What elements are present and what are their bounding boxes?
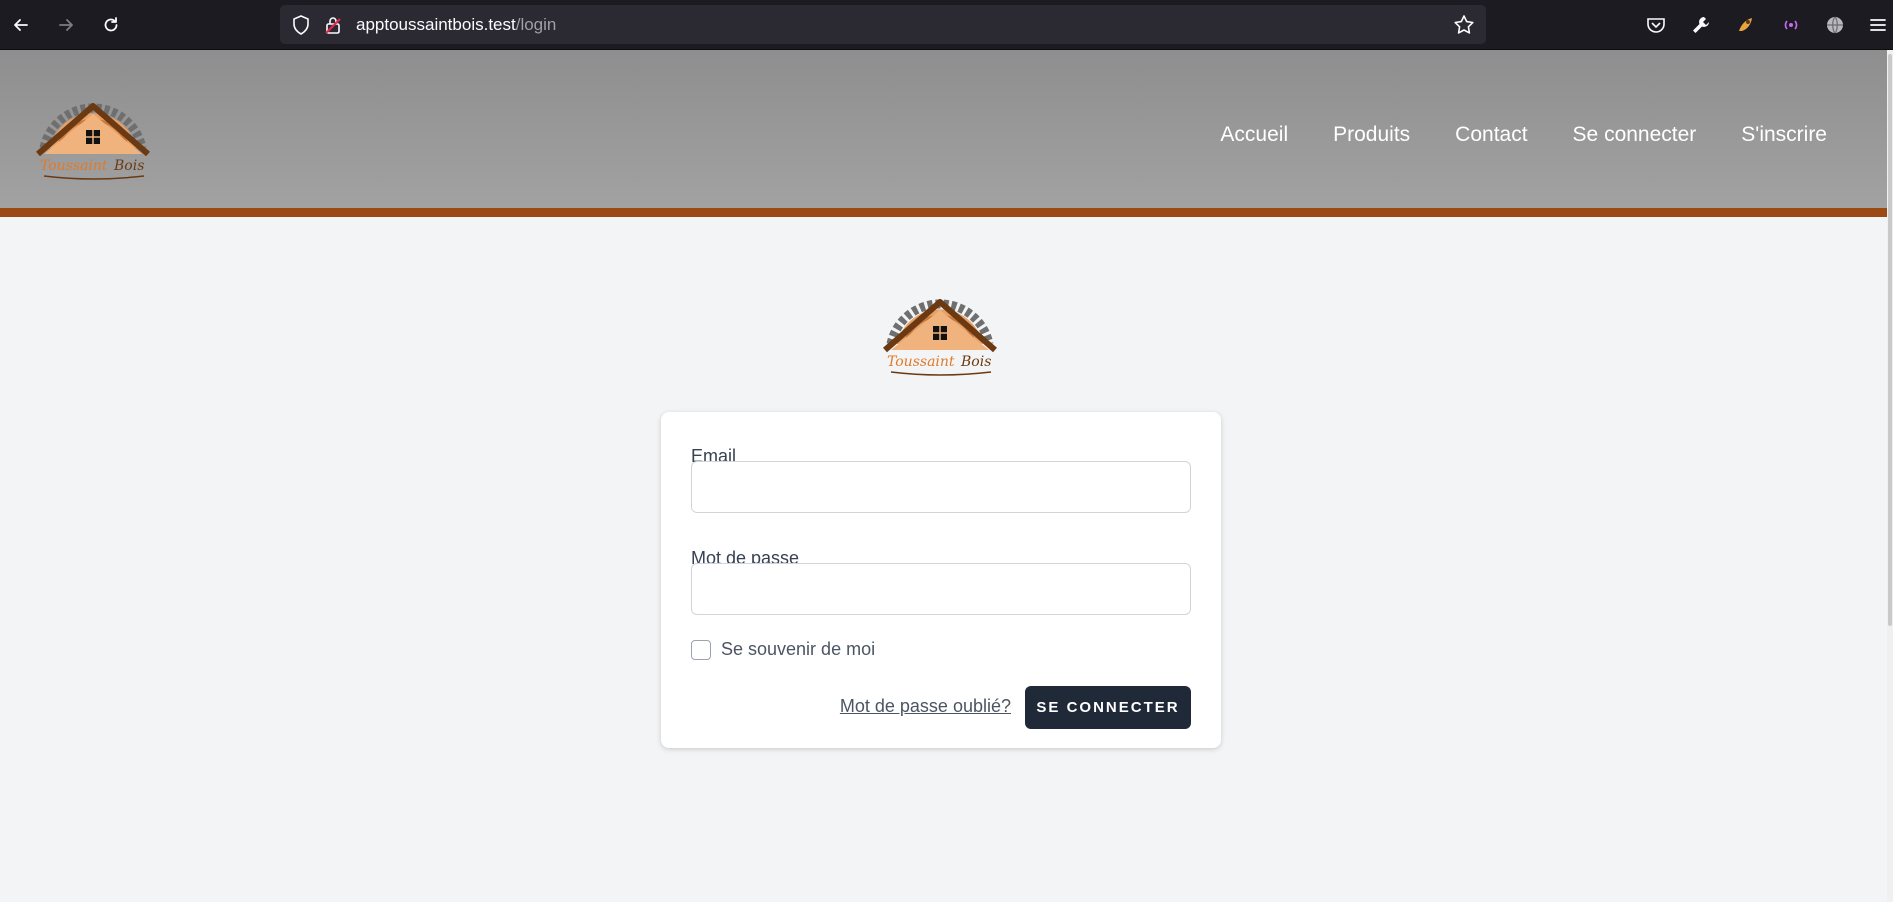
nav-link-accueil[interactable]: Accueil [1220, 122, 1288, 148]
scrollbar-thumb[interactable] [1888, 54, 1892, 626]
site-header: Toussaint Bois Accueil Produits Contact … [0, 50, 1887, 217]
remember-label: Se souvenir de moi [721, 639, 876, 659]
wrench-icon[interactable] [1688, 12, 1714, 38]
header-logo[interactable]: Toussaint Bois [34, 86, 152, 182]
lock-icon[interactable] [322, 14, 344, 36]
globe-icon[interactable] [1822, 12, 1848, 38]
header-accent-bar [0, 208, 1887, 217]
login-logo[interactable]: Toussaint Bois [881, 282, 999, 378]
url-text: apptoussaintbois.test/login [356, 14, 556, 36]
remember-me[interactable]: Se souvenir de moi [691, 639, 875, 660]
nav-link-sinscrire[interactable]: S'inscrire [1741, 122, 1827, 148]
extension-icon[interactable] [1733, 12, 1759, 38]
remember-checkbox[interactable] [691, 639, 711, 660]
nav-link-contact[interactable]: Contact [1455, 122, 1527, 148]
shield-icon[interactable] [290, 14, 312, 36]
browser-toolbar: apptoussaintbois.test/login [0, 0, 1893, 50]
forgot-password-link[interactable]: Mot de passe oublié? [840, 696, 1011, 717]
forward-icon[interactable] [51, 10, 81, 40]
url-host: apptoussaintbois.test [356, 15, 516, 34]
login-button[interactable]: SE CONNECTER [1025, 686, 1191, 729]
pocket-icon[interactable] [1643, 12, 1669, 38]
back-icon[interactable] [6, 10, 36, 40]
nav-link-produits[interactable]: Produits [1333, 122, 1410, 148]
password-field[interactable] [691, 563, 1191, 615]
svg-text:Bois: Bois [960, 354, 991, 370]
login-card: Email Mot de passe Se souvenir de moi Mo… [661, 412, 1221, 748]
reload-icon[interactable] [96, 10, 126, 40]
email-field[interactable] [691, 461, 1191, 513]
main-nav: Accueil Produits Contact Se connecter S'… [1175, 122, 1827, 148]
svg-text:Bois: Bois [113, 158, 144, 174]
svg-text:Toussaint: Toussaint [887, 354, 955, 370]
url-bar[interactable]: apptoussaintbois.test/login [280, 5, 1486, 44]
url-path: /login [515, 15, 557, 34]
broadcast-icon[interactable] [1778, 12, 1804, 38]
page-scrollbar[interactable] [1887, 50, 1893, 902]
bookmark-star-icon[interactable] [1452, 13, 1476, 37]
menu-icon[interactable] [1866, 12, 1890, 38]
svg-text:Toussaint: Toussaint [40, 158, 108, 174]
nav-link-se-connecter[interactable]: Se connecter [1573, 122, 1697, 148]
